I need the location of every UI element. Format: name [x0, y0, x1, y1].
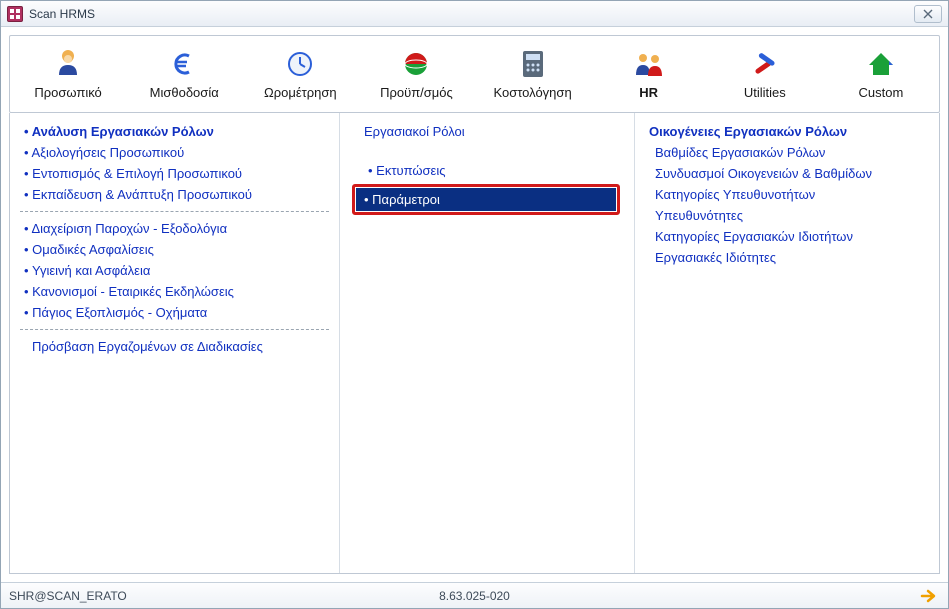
toolbar-custom[interactable]: Custom — [823, 36, 939, 112]
nav-recruit[interactable]: Εντοπισμός & Επιλογή Προσωπικού — [20, 163, 329, 184]
toolbar-label: Προσωπικό — [34, 85, 101, 100]
toolbar-label: Utilities — [744, 85, 786, 100]
globe-icon — [399, 49, 433, 79]
highlight-ring: Παράμετροι — [352, 184, 620, 215]
nav-group-insurance[interactable]: Ομαδικές Ασφαλίσεις — [20, 239, 329, 260]
nav-health-safety[interactable]: Υγιεινή και Ασφάλεια — [20, 260, 329, 281]
middle-column: Εργασιακοί Ρόλοι Εκτυπώσεις Παράμετροι — [340, 113, 635, 573]
content-area: Προσωπικό Μισθοδοσία Ωρομέτρηση Προϋπ/σμ… — [1, 27, 948, 582]
people-icon — [632, 49, 666, 79]
clock-icon — [283, 49, 317, 79]
euro-icon — [167, 49, 201, 79]
toolbar-label: Custom — [859, 85, 904, 100]
close-button[interactable] — [914, 5, 942, 23]
separator — [20, 329, 329, 330]
toolbar-utilities[interactable]: Utilities — [707, 36, 823, 112]
right-column: Οικογένειες Εργασιακών Ρόλων Βαθμίδες Ερ… — [635, 113, 939, 573]
left-column: Ανάλυση Εργασιακών Ρόλων Αξιολογήσεις Πρ… — [10, 113, 340, 573]
toolbar-label: Μισθοδοσία — [150, 85, 219, 100]
close-icon — [922, 9, 934, 19]
mid-item-parameters[interactable]: Παράμετροι — [356, 188, 616, 211]
toolbar-budget[interactable]: Προϋπ/σμός — [358, 36, 474, 112]
main-toolbar: Προσωπικό Μισθοδοσία Ωρομέτρηση Προϋπ/σμ… — [9, 35, 940, 113]
toolbar-costing[interactable]: Κοστολόγηση — [475, 36, 591, 112]
right-item-6[interactable]: Εργασιακές Ιδιότητες — [645, 247, 929, 268]
mid-item-print[interactable]: Εκτυπώσεις — [364, 160, 624, 181]
toolbar-label: Ωρομέτρηση — [264, 85, 337, 100]
house-icon — [864, 49, 898, 79]
status-center: 8.63.025-020 — [1, 589, 948, 603]
window-title: Scan HRMS — [29, 7, 914, 21]
calculator-icon — [516, 49, 550, 79]
toolbar-label: Κοστολόγηση — [493, 85, 571, 100]
right-item-2[interactable]: Συνδυασμοί Οικογενειών & Βαθμίδων — [645, 163, 929, 184]
person-icon — [51, 49, 85, 79]
nav-training[interactable]: Εκπαίδευση & Ανάπτυξη Προσωπικού — [20, 184, 329, 205]
separator — [20, 211, 329, 212]
nav-benefits[interactable]: Διαχείριση Παροχών - Εξοδολόγια — [20, 218, 329, 239]
toolbar-label: HR — [639, 85, 658, 100]
toolbar-label: Προϋπ/σμός — [380, 85, 453, 100]
nav-analysis-roles[interactable]: Ανάλυση Εργασιακών Ρόλων — [20, 121, 329, 142]
nav-equipment[interactable]: Πάγιος Εξοπλισμός - Οχήματα — [20, 302, 329, 323]
right-item-3[interactable]: Κατηγορίες Υπευθυνοτήτων — [645, 184, 929, 205]
right-header[interactable]: Οικογένειες Εργασιακών Ρόλων — [645, 121, 929, 142]
right-item-5[interactable]: Κατηγορίες Εργασιακών Ιδιοτήτων — [645, 226, 929, 247]
toolbar-hr[interactable]: HR — [591, 36, 707, 112]
right-item-4[interactable]: Υπευθυνότητες — [645, 205, 929, 226]
app-icon — [7, 6, 23, 22]
nav-regulations[interactable]: Κανονισμοί - Εταιρικές Εκδηλώσεις — [20, 281, 329, 302]
toolbar-personnel[interactable]: Προσωπικό — [10, 36, 126, 112]
right-item-1[interactable]: Βαθμίδες Εργασιακών Ρόλων — [645, 142, 929, 163]
tools-icon — [748, 49, 782, 79]
app-window: Scan HRMS Προσωπικό Μισθοδοσία — [0, 0, 949, 609]
nav-evaluations[interactable]: Αξιολογήσεις Προσωπικού — [20, 142, 329, 163]
panels: Ανάλυση Εργασιακών Ρόλων Αξιολογήσεις Πρ… — [9, 113, 940, 574]
nav-employee-access[interactable]: Πρόσβαση Εργαζομένων σε Διαδικασίες — [20, 336, 329, 357]
toolbar-payroll[interactable]: Μισθοδοσία — [126, 36, 242, 112]
statusbar: SHR@SCAN_ERATO 8.63.025-020 — [1, 582, 948, 608]
titlebar: Scan HRMS — [1, 1, 948, 27]
mid-header[interactable]: Εργασιακοί Ρόλοι — [354, 121, 624, 142]
toolbar-time[interactable]: Ωρομέτρηση — [242, 36, 358, 112]
